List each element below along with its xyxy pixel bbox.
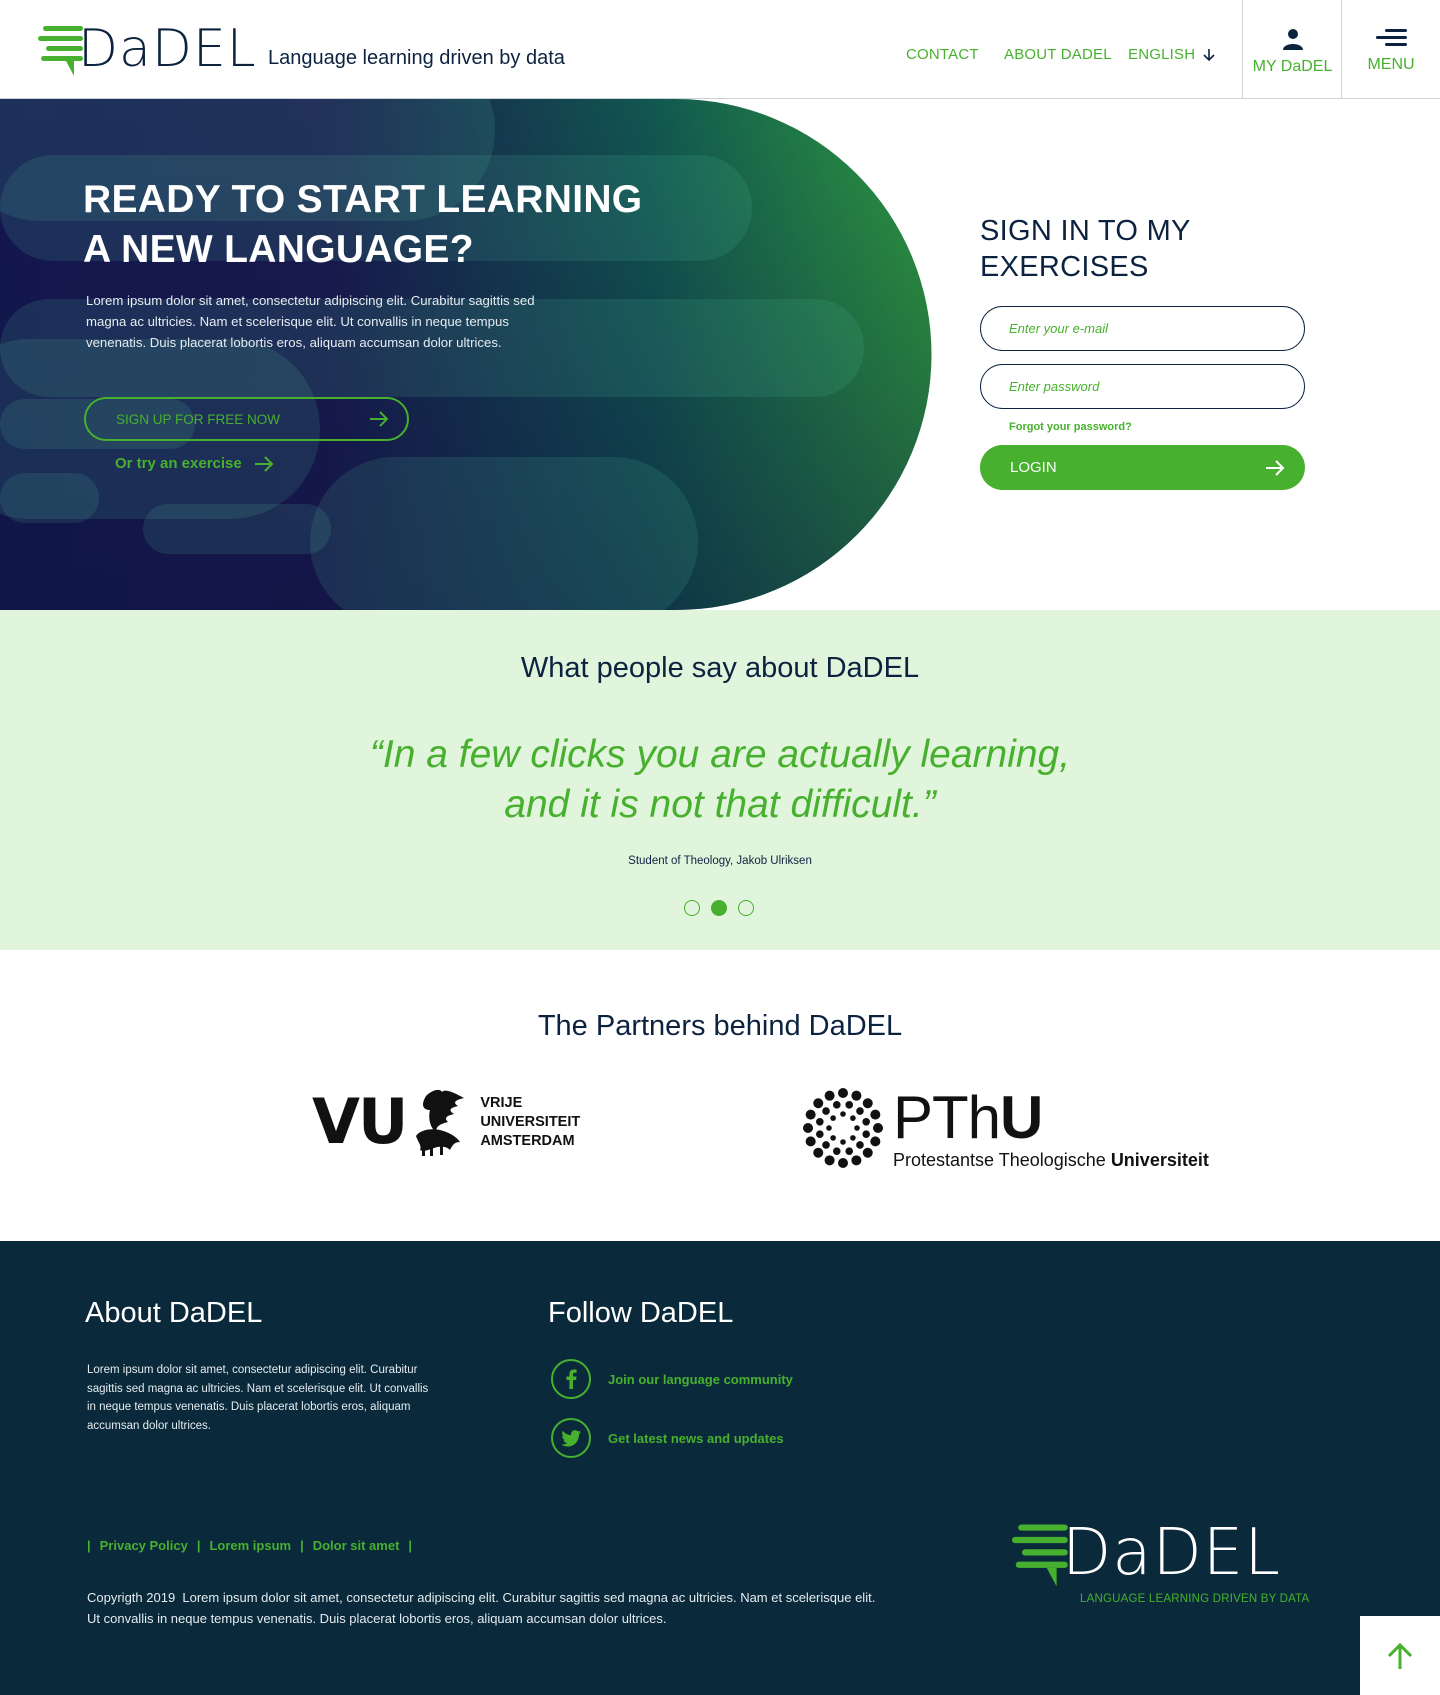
partners-heading: The Partners behind DaDEL [537,1010,903,1042]
arrow-right-icon [370,411,389,427]
pthu-sub-part2: Universiteit [1110,1150,1209,1170]
language-label: ENGLISH [1128,46,1196,63]
twitter-label: Get latest news and updates [608,1430,784,1446]
vu-line2: UNIVERSITEIT [480,1113,581,1130]
footer-link-2[interactable]: Lorem ipsum [209,1538,291,1553]
dadel-logo[interactable]: DaDEL [38,20,257,78]
logo-wordmark: DaDEL [78,19,257,79]
pthu-logo[interactable]: PThU Protestantse Theologische Universit… [803,1088,1209,1171]
vu-logo[interactable]: VU VRIJE UNIVERSITEIT AMSTERDAM [312,1088,580,1156]
site-footer: About DaDEL Lorem ipsum dolor sit amet, … [0,1241,1440,1695]
copyright-line2: Ut convallis in neque tempus venenatis. … [87,1611,667,1626]
footer-logo-wordmark: DaDEL [1062,1516,1281,1590]
login-button[interactable]: LOGIN [980,445,1305,490]
forgot-password-link[interactable]: Forgot your password? [1009,421,1132,433]
try-exercise-label: Or try an exercise [115,455,242,472]
testimonial-author: Student of Theology, Jakob Ulriksen [628,855,812,867]
link-separator: | [408,1538,413,1553]
carousel-dot-1[interactable] [684,900,700,916]
arrow-right-icon [254,455,274,472]
twitter-icon [551,1418,591,1458]
hero-title-line1: READY TO START LEARNING [83,178,643,221]
arrow-right-icon [1266,459,1285,476]
nav-contact[interactable]: CONTACT [906,46,979,63]
vu-line3: AMSTERDAM [480,1132,575,1149]
back-to-top-button[interactable] [1360,1616,1440,1695]
signin-title-line1: SIGN IN TO MY [980,215,1191,247]
nav-about[interactable]: ABOUT DADEL [1004,46,1112,63]
signup-button[interactable]: SIGN UP FOR FREE NOW [84,397,409,441]
language-selector[interactable]: ENGLISH [1128,46,1215,63]
arrow-down-icon [1203,48,1215,61]
facebook-label: Join our language community [608,1371,793,1387]
quote-line2: and it is not that difficult.” [504,783,936,826]
testimonials-section: What people say about DaDEL “In a few cl… [0,610,1440,950]
pthu-sub-part1: Protestantse Theologische [893,1150,1111,1170]
hero-title: READY TO START LEARNING A NEW LANGUAGE? [83,175,642,275]
footer-about-heading: About DaDEL [85,1297,263,1329]
pthu-name-part2: U [1000,1084,1043,1151]
site-header: DaDEL Language learning driven by data C… [0,0,1440,99]
footer-logo-tagline: LANGUAGE LEARNING DRIVEN BY DATA [1080,1593,1310,1605]
hero-description: Lorem ipsum dolor sit amet, consectetur … [86,293,535,350]
vu-line1: VRIJE [480,1094,523,1111]
footer-follow-heading: Follow DaDEL [548,1297,734,1329]
my-dadel-label: MY DaDEL [1252,58,1333,75]
user-icon [1282,29,1303,50]
facebook-link[interactable]: Join our language community [551,1359,793,1399]
try-exercise-link[interactable]: Or try an exercise [115,455,274,472]
privacy-policy-link[interactable]: Privacy Policy [100,1538,188,1553]
login-label: LOGIN [1010,459,1057,476]
link-separator: | [196,1538,201,1553]
my-dadel-button[interactable]: MY DaDEL [1242,0,1342,99]
password-field[interactable] [980,364,1305,409]
menu-label: MENU [1367,56,1415,73]
copyright-text: Copyrigth 2019 Lorem ipsum dolor sit ame… [87,1587,927,1629]
carousel-dot-3[interactable] [738,900,754,916]
pthu-wordmark: PThU Protestantse Theologische Universit… [893,1088,1209,1171]
carousel-dot-2[interactable] [711,900,727,916]
pthu-name: PThU [893,1088,1209,1148]
footer-about-text: Lorem ipsum dolor sit amet, consectetur … [87,1364,429,1432]
menu-button[interactable]: MENU [1341,0,1440,99]
vu-wordmark: VRIJE UNIVERSITEIT AMSTERDAM [480,1094,580,1151]
facebook-icon [551,1359,591,1399]
pthu-name-part1: PTh [893,1084,1001,1151]
site-tagline: Language learning driven by data [268,47,565,69]
quote-line1: “In a few clicks you are actually learni… [369,733,1071,776]
pthu-subtitle: Protestantse Theologische Universiteit [893,1150,1209,1171]
twitter-link[interactable]: Get latest news and updates [551,1418,784,1458]
footer-link-3[interactable]: Dolor sit amet [313,1538,400,1553]
vu-abbr: VU [312,1085,408,1158]
link-separator: | [300,1538,304,1553]
hamburger-icon [1376,29,1407,46]
testimonials-heading: What people say about DaDEL [520,652,920,684]
dotted-ring-icon [803,1088,883,1168]
hero-section: READY TO START LEARNING A NEW LANGUAGE? … [0,99,1440,610]
footer-dadel-logo[interactable]: DaDEL [1012,1517,1281,1589]
email-field[interactable] [980,306,1305,351]
signin-title-line2: EXERCISES [980,251,1149,283]
testimonial-quote: “In a few clicks you are actually learni… [0,730,1440,830]
link-separator: | [87,1538,91,1553]
signup-label: SIGN UP FOR FREE NOW [116,411,281,427]
copyright-line1: Copyrigth 2019 Lorem ipsum dolor sit ame… [87,1590,876,1605]
signin-title: SIGN IN TO MY EXERCISES [980,213,1191,285]
footer-links: | Privacy Policy | Lorem ipsum | Dolor s… [87,1538,412,1553]
griffin-icon [416,1089,465,1156]
carousel-dots [684,900,754,916]
hero-title-line2: A NEW LANGUAGE? [83,228,474,271]
arrow-up-icon [1387,1642,1413,1669]
